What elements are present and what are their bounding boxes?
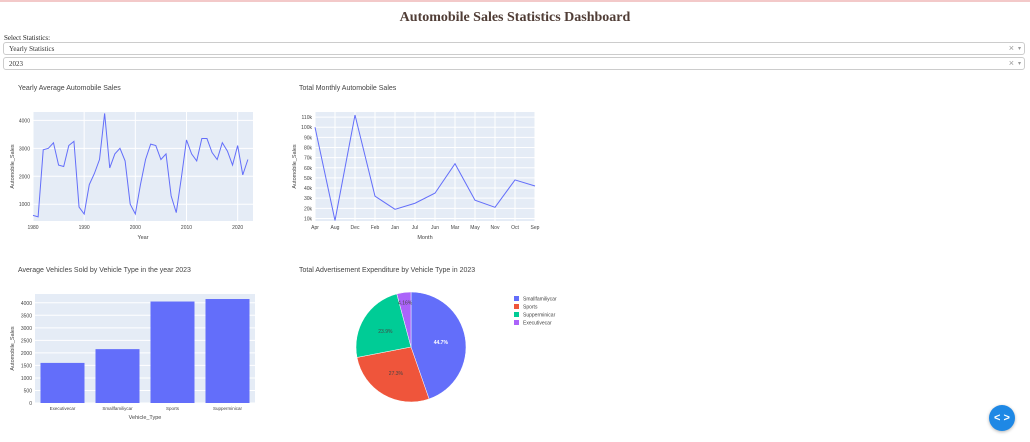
year-dropdown[interactable]: 2023 × ▾	[3, 57, 1025, 70]
x-tick-label: Oct	[511, 225, 519, 231]
y-tick-label: 30k	[304, 196, 313, 202]
plot-background	[315, 112, 535, 221]
y-tick-label: 2000	[19, 174, 30, 180]
monthly-sales-plot: 10k 20k 30k 40k 50k 60k 70k 80k 90k 100k 110k Apr Au…	[292, 112, 540, 241]
y-tick-label: 4000	[19, 118, 30, 124]
legend-label: Executivecar	[523, 321, 552, 327]
y-axis-label: Automobile_Sales	[292, 144, 298, 189]
page-title: Automobile Sales Statistics Dashboard	[399, 10, 631, 25]
x-tick-label: Executivecar	[50, 406, 76, 411]
legend-label: Sports	[523, 305, 538, 311]
x-tick-label: Jun	[431, 225, 439, 231]
x-tick-label: Nov	[491, 225, 500, 231]
legend-label: Supperminicar	[523, 313, 556, 319]
y-tick-label: 1000	[21, 376, 32, 382]
y-tick-label: 0	[29, 401, 32, 407]
slice-percent-label: 44.7%	[434, 340, 449, 346]
x-axis-label: Vehicle_Type	[129, 415, 162, 421]
y-tick-label: 100k	[301, 125, 312, 131]
y-tick-label: 2500	[21, 338, 32, 344]
yearly-sales-plot: 1000 2000 3000 4000 1980 1990 2000 2010 2020 Year…	[10, 112, 253, 241]
y-tick-label: 70k	[304, 156, 313, 162]
vehicle-type-bar-plot: 0 500 1000 1500 2000 2500 3000 3500 4000 Executiv…	[10, 294, 255, 421]
bar	[150, 301, 195, 403]
x-tick-label: Smallfamiliycar	[102, 406, 133, 411]
y-tick-label: 110k	[302, 115, 313, 121]
year-dropdown-value: 2023	[9, 60, 23, 68]
y-tick-label: 10k	[304, 216, 313, 222]
x-tick-label: Aug	[331, 225, 340, 231]
x-tick-label: Supperminicar	[213, 406, 243, 411]
y-tick-label: 1500	[21, 363, 32, 369]
select-statistics-label: Select Statistics:	[4, 34, 51, 42]
y-tick-label: 90k	[304, 135, 313, 141]
yearly-sales-chart[interactable]: Yearly Average Automobile Sales 1000 2000…	[0, 78, 270, 248]
y-tick-label: 50k	[304, 176, 313, 182]
slice-percent-label: 23.9%	[378, 329, 393, 335]
y-tick-label: 2000	[21, 351, 32, 357]
x-tick-label: Jul	[412, 225, 418, 231]
chevron-down-icon[interactable]: ▾	[1018, 60, 1021, 67]
x-tick-label: 2020	[232, 225, 243, 231]
x-tick-label: Dec	[351, 225, 360, 231]
monthly-sales-chart[interactable]: Total Monthly Automobile Sales 10k 20k 30k…	[280, 78, 550, 248]
x-tick-label: May	[470, 225, 480, 231]
y-axis-label: Automobile_Sales	[10, 144, 16, 189]
y-tick-label: 40k	[304, 186, 313, 192]
x-tick-label: 1990	[79, 225, 90, 231]
y-tick-label: 500	[24, 388, 33, 394]
clear-icon[interactable]: ×	[1009, 58, 1014, 68]
x-tick-label: 2000	[130, 225, 141, 231]
x-tick-label: Jan	[391, 225, 399, 231]
x-tick-label: Mar	[451, 225, 460, 231]
x-tick-label: 1980	[27, 225, 38, 231]
code-toggle-button[interactable]: < >	[989, 405, 1015, 431]
y-tick-label: 3000	[21, 326, 32, 332]
x-tick-label: Feb	[371, 225, 380, 231]
x-tick-label: Sep	[531, 225, 540, 231]
y-tick-label: 3000	[19, 146, 30, 152]
y-tick-label: 20k	[304, 206, 313, 212]
statistics-dropdown-value: Yearly Statistics	[9, 45, 55, 53]
ad-expenditure-pie-chart[interactable]: Total Advertisement Expenditure by Vehic…	[280, 260, 600, 435]
x-axis-label: Year	[137, 235, 148, 241]
bar	[205, 299, 250, 403]
y-tick-label: 80k	[304, 145, 313, 151]
y-tick-label: 3500	[21, 313, 32, 319]
x-axis-label: Month	[417, 235, 432, 241]
y-tick-label: 60k	[304, 166, 313, 172]
clear-icon[interactable]: ×	[1009, 43, 1014, 53]
y-tick-label: 1000	[19, 202, 30, 208]
x-tick-label: Sports	[166, 406, 180, 411]
vehicle-type-bar-chart[interactable]: Average Vehicles Sold by Vehicle Type in…	[0, 260, 270, 435]
ad-expenditure-pie-plot: 44.7% 27.3% 23.9% 4.16% Smallfamiliycar Sport…	[355, 291, 557, 403]
top-border	[0, 0, 1030, 2]
slice-percent-label: 4.16%	[398, 300, 413, 306]
legend-swatch	[514, 320, 519, 325]
statistics-dropdown[interactable]: Yearly Statistics × ▾	[3, 42, 1025, 55]
y-tick-label: 4000	[21, 301, 32, 307]
x-tick-label: Apr	[311, 225, 319, 231]
legend-swatch	[514, 312, 519, 317]
legend-swatch	[514, 304, 519, 309]
bar	[95, 349, 140, 403]
y-axis-label: Automobile_Sales	[10, 326, 16, 371]
x-tick-label: 2010	[181, 225, 192, 231]
slice-percent-label: 27.3%	[389, 371, 404, 377]
chevron-down-icon[interactable]: ▾	[1018, 45, 1021, 52]
bar	[40, 362, 85, 403]
legend-label: Smallfamiliycar	[523, 297, 557, 303]
legend-swatch	[514, 296, 519, 301]
